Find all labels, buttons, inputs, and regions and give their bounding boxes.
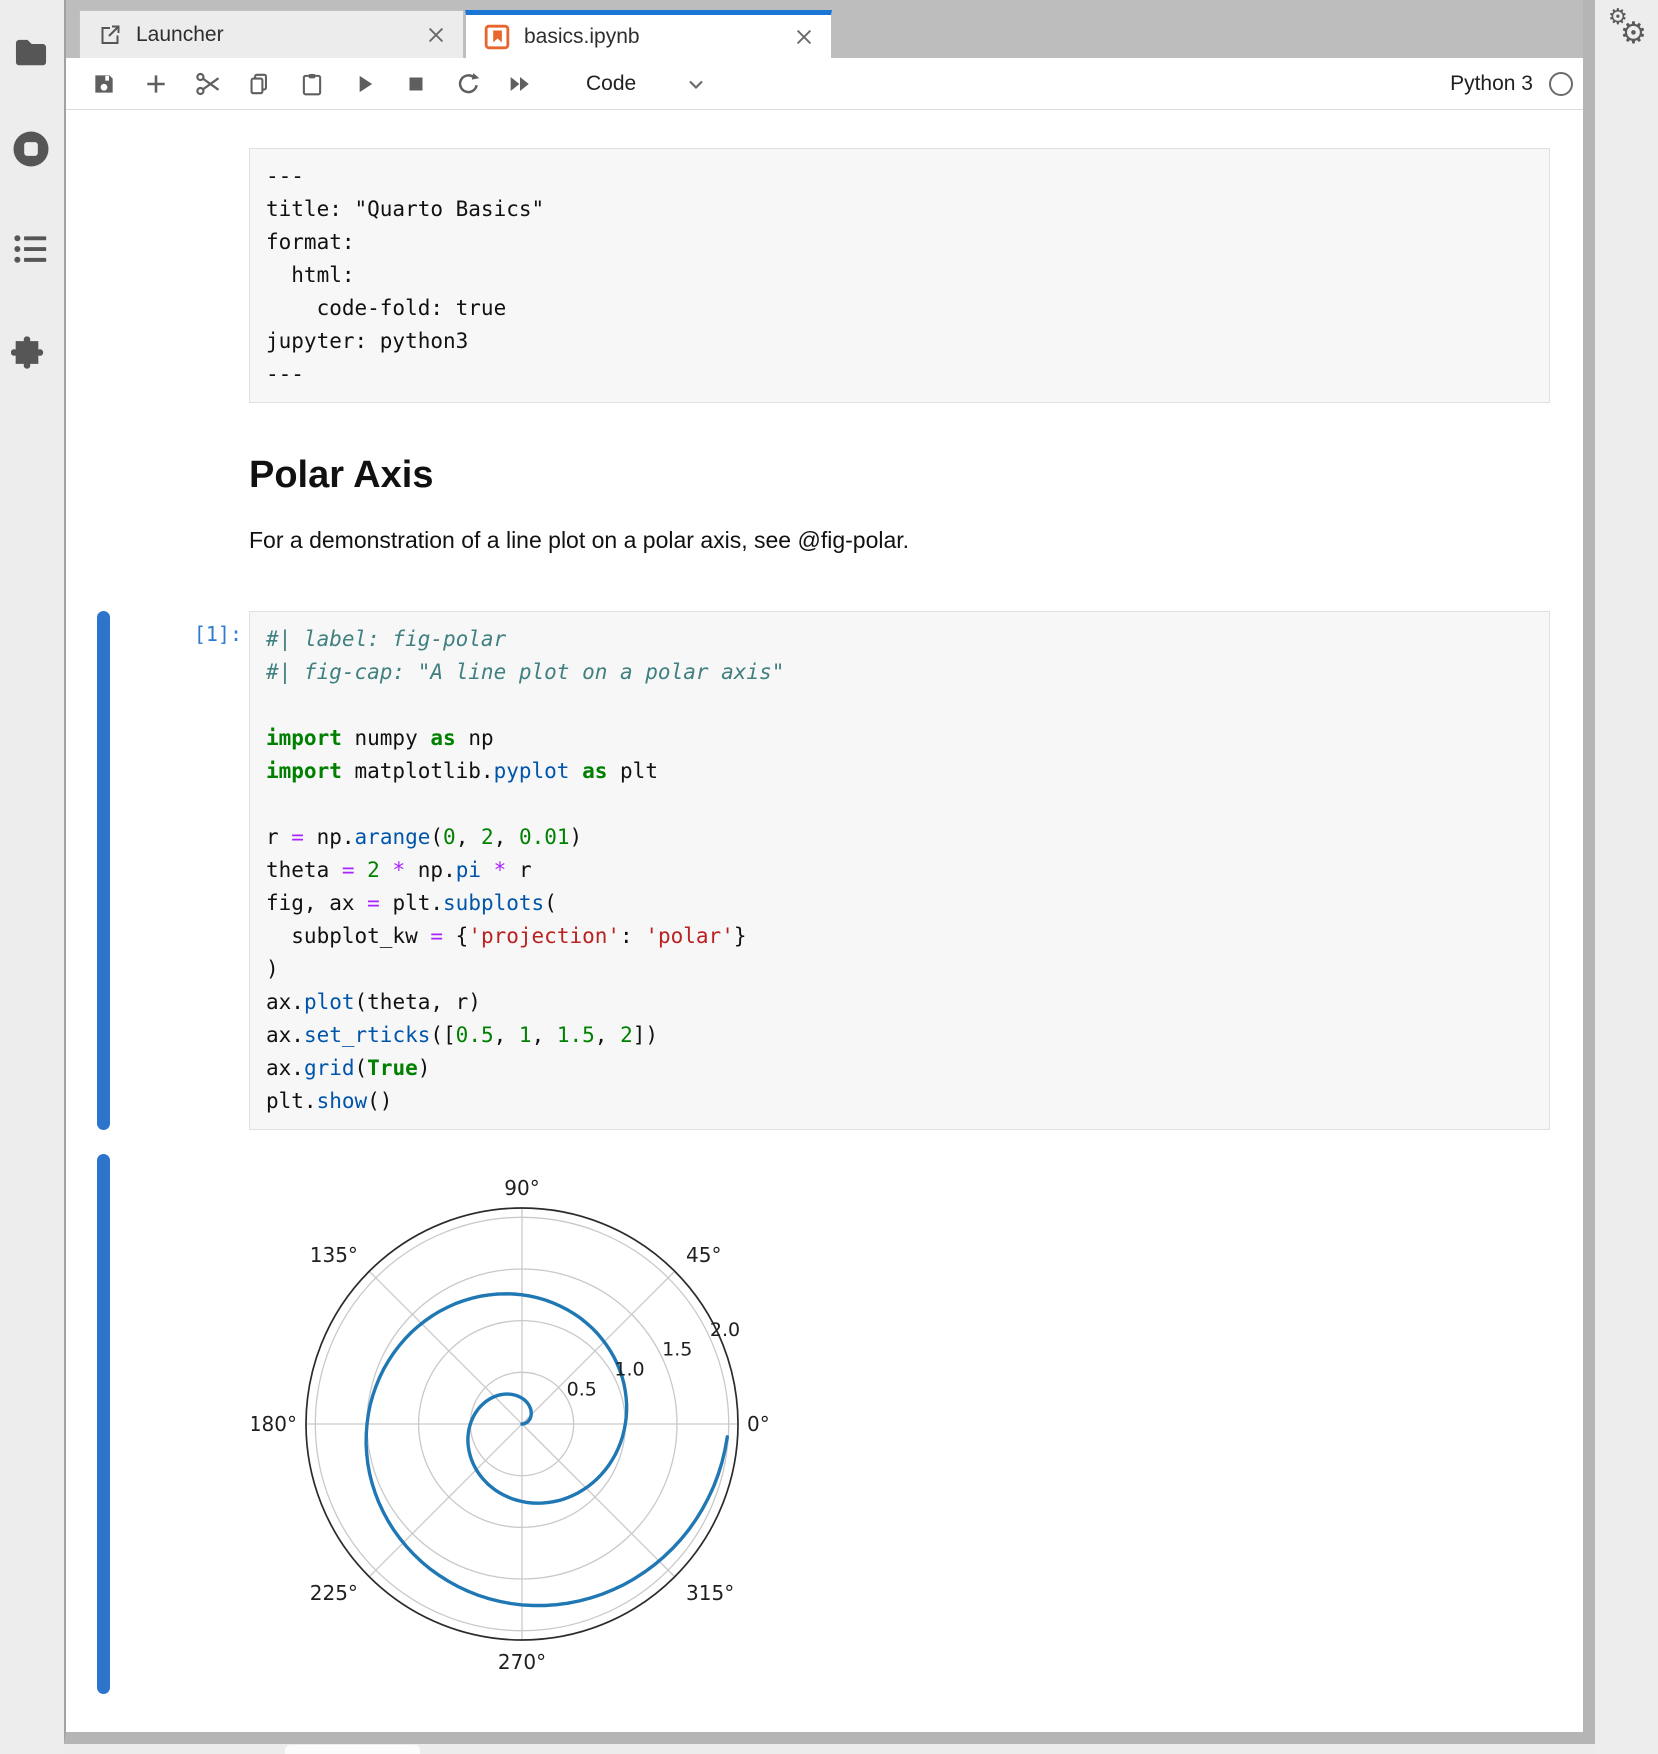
yaml-cell-editor[interactable]: ---title: "Quarto Basics"format: html: c… xyxy=(249,148,1550,403)
r-tick-label: 0.5 xyxy=(567,1378,597,1400)
notebook-icon xyxy=(484,24,510,50)
output-collapser[interactable] xyxy=(97,1154,110,1694)
extension-manager-icon[interactable] xyxy=(11,332,51,372)
cell-type-value: Code xyxy=(586,72,636,96)
theta-tick-label: 135° xyxy=(310,1243,358,1267)
code-cell-editor[interactable]: #| label: fig-polar#| fig-cap: "A line p… xyxy=(249,611,1550,1130)
main-dock-panel: Launcher basics.ipynb xyxy=(64,0,1595,1744)
save-button[interactable] xyxy=(90,70,118,98)
close-tab-icon[interactable] xyxy=(793,26,815,48)
tab-launcher[interactable]: Launcher xyxy=(79,10,464,58)
paste-cells-icon[interactable] xyxy=(298,70,326,98)
notebook-content: ---title: "Quarto Basics"format: html: c… xyxy=(66,110,1583,1713)
tab-label: Launcher xyxy=(136,23,425,47)
restart-run-all-icon[interactable] xyxy=(506,70,534,98)
launcher-icon xyxy=(98,23,122,47)
kernel-status-icon xyxy=(1549,72,1573,96)
theta-tick-label: 225° xyxy=(310,1581,358,1605)
execution-count: [1]: xyxy=(194,622,242,646)
kernel-indicator[interactable]: Python 3 xyxy=(1450,72,1573,96)
r-tick-label: 1.5 xyxy=(662,1339,692,1361)
markdown-heading: Polar Axis xyxy=(249,453,1583,497)
tab-basics-ipynb[interactable]: basics.ipynb xyxy=(465,10,832,58)
copy-cells-icon[interactable] xyxy=(246,70,274,98)
cut-cells-icon[interactable] xyxy=(194,70,222,98)
tab-label: basics.ipynb xyxy=(524,25,793,49)
theta-tick-label: 270° xyxy=(498,1650,546,1674)
theta-tick-label: 45° xyxy=(686,1243,721,1267)
restart-kernel-icon[interactable] xyxy=(454,70,482,98)
property-inspector-gears-icon[interactable]: ⚙ ⚙ xyxy=(1605,6,1651,52)
run-cell-icon[interactable] xyxy=(350,70,378,98)
chevron-down-icon xyxy=(684,72,708,96)
markdown-paragraph: For a demonstration of a line plot on a … xyxy=(249,525,1583,555)
cell-type-dropdown[interactable]: Code xyxy=(586,72,708,96)
horizontal-scrollbar-thumb[interactable] xyxy=(285,1745,420,1754)
kernel-name: Python 3 xyxy=(1450,72,1533,96)
tab-bar: Launcher basics.ipynb xyxy=(66,0,1583,58)
insert-cell-icon[interactable] xyxy=(142,70,170,98)
code-cell: [1]: #| label: fig-polar#| fig-cap: "A l… xyxy=(66,611,1583,1130)
table-of-contents-icon[interactable] xyxy=(12,230,50,268)
output-area: 0° 45° 90° 135° 180° 225° 270° 315° 0.5 1.0 1.5 2.0 xyxy=(249,1148,1583,1713)
r-tick-label: 2.0 xyxy=(710,1319,740,1341)
markdown-cell[interactable]: Polar Axis For a demonstration of a line… xyxy=(249,453,1583,555)
polar-line-plot: 0° 45° 90° 135° 180° 225° 270° 315° 0.5 1.0 1.5 2.0 xyxy=(252,1148,812,1713)
right-sidebar-strip: ⚙ ⚙ xyxy=(1595,0,1658,1754)
output-cell: 0° 45° 90° 135° 180° 225° 270° 315° 0.5 1.0 1.5 2.0 xyxy=(66,1148,1583,1713)
input-collapser[interactable] xyxy=(97,611,110,1130)
notebook-toolbar: Code Python 3 xyxy=(66,58,1583,110)
left-activity-bar xyxy=(0,0,62,1754)
file-browser-icon[interactable] xyxy=(12,32,50,70)
r-tick-label: 1.0 xyxy=(614,1358,644,1380)
interrupt-kernel-icon[interactable] xyxy=(402,70,430,98)
theta-tick-label: 180° xyxy=(252,1412,297,1436)
theta-tick-label: 315° xyxy=(686,1581,734,1605)
running-kernels-icon[interactable] xyxy=(10,128,52,170)
raw-yaml-cell: ---title: "Quarto Basics"format: html: c… xyxy=(66,148,1583,403)
close-tab-icon[interactable] xyxy=(425,24,447,46)
theta-tick-label: 90° xyxy=(504,1176,539,1200)
theta-tick-label: 0° xyxy=(747,1412,770,1436)
